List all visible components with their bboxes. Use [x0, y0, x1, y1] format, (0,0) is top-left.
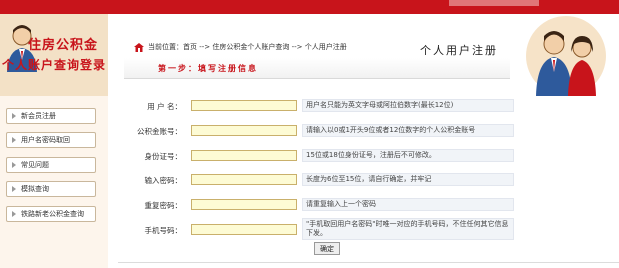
sidebar-item-faq[interactable]: 常见问题	[6, 157, 96, 173]
home-icon	[134, 42, 144, 52]
sidebar-item-railway-query[interactable]: 铁路新老公积金查询	[6, 206, 96, 222]
fund-account-hint: 请输入以0或1开头9位或者12位数字的个人公积金账号	[302, 124, 514, 137]
sidebar-item-demo-query[interactable]: 模拟查询	[6, 181, 96, 197]
sidebar-item-recover-password[interactable]: 用户名密码取回	[6, 132, 96, 148]
banner-decoration	[449, 0, 539, 6]
arrow-right-icon	[12, 113, 16, 119]
sidebar-item-label: 铁路新老公积金查询	[21, 210, 84, 218]
breadcrumb-text: 当前位置：首页 --> 住房公积金个人账户查询 --> 个人用户注册	[148, 43, 347, 51]
mobile-label: 手机号码：	[144, 226, 183, 235]
divider	[118, 262, 619, 263]
arrow-right-icon	[12, 137, 16, 143]
confirm-password-input[interactable]	[191, 199, 297, 210]
id-number-label: 身份证号：	[144, 152, 183, 161]
logo: 住房公积金 个人账户查询登录	[0, 14, 108, 96]
fund-account-input[interactable]	[191, 125, 297, 136]
sidebar-item-label: 用户名密码取回	[21, 136, 70, 144]
logo-subtitle: 个人账户查询登录	[2, 58, 107, 72]
username-input[interactable]	[191, 100, 297, 111]
mobile-input[interactable]	[191, 224, 297, 235]
page-title: 个人用户注册	[420, 44, 498, 57]
sidebar-item-register[interactable]: 新会员注册	[6, 108, 96, 124]
sidebar-item-label: 模拟查询	[21, 185, 49, 193]
user-avatar-icon	[526, 16, 606, 96]
breadcrumb: 当前位置：首页 --> 住房公积金个人账户查询 --> 个人用户注册	[134, 42, 347, 52]
username-label: 用 户 名：	[147, 102, 182, 111]
submit-button[interactable]: 确定	[314, 242, 340, 255]
top-banner	[0, 0, 619, 14]
sidebar-item-label: 新会员注册	[21, 112, 56, 120]
arrow-right-icon	[12, 162, 16, 168]
step-text: 第一步：填写注册信息	[158, 64, 258, 73]
id-number-hint: 15位或18位身份证号，注册后不可修改。	[302, 149, 514, 162]
confirm-password-label: 重复密码：	[144, 201, 183, 210]
step-indicator: 第一步：填写注册信息	[124, 58, 510, 79]
username-hint: 用户名只能为英文字母或阿拉伯数字(最长12位)	[302, 99, 514, 112]
fund-account-label: 公积金账号：	[137, 127, 182, 136]
sidebar: 住房公积金 个人账户查询登录 新会员注册 用户名密码取回 常见问题 模拟查询 铁…	[0, 14, 108, 268]
password-hint: 长度为6位至15位，请自行确定，并牢记	[302, 173, 514, 186]
sidebar-item-label: 常见问题	[21, 161, 49, 169]
logo-title: 住房公积金	[28, 38, 99, 53]
confirm-password-hint: 请重复输入上一个密码	[302, 198, 514, 211]
arrow-right-icon	[12, 186, 16, 192]
mobile-hint: "手机取回用户名密码"时唯一对应的手机号码，不住任何其它信息下发。	[302, 218, 514, 240]
arrow-right-icon	[12, 211, 16, 217]
password-input[interactable]	[191, 174, 297, 185]
id-number-input[interactable]	[191, 150, 297, 161]
password-label: 输入密码：	[144, 176, 183, 185]
